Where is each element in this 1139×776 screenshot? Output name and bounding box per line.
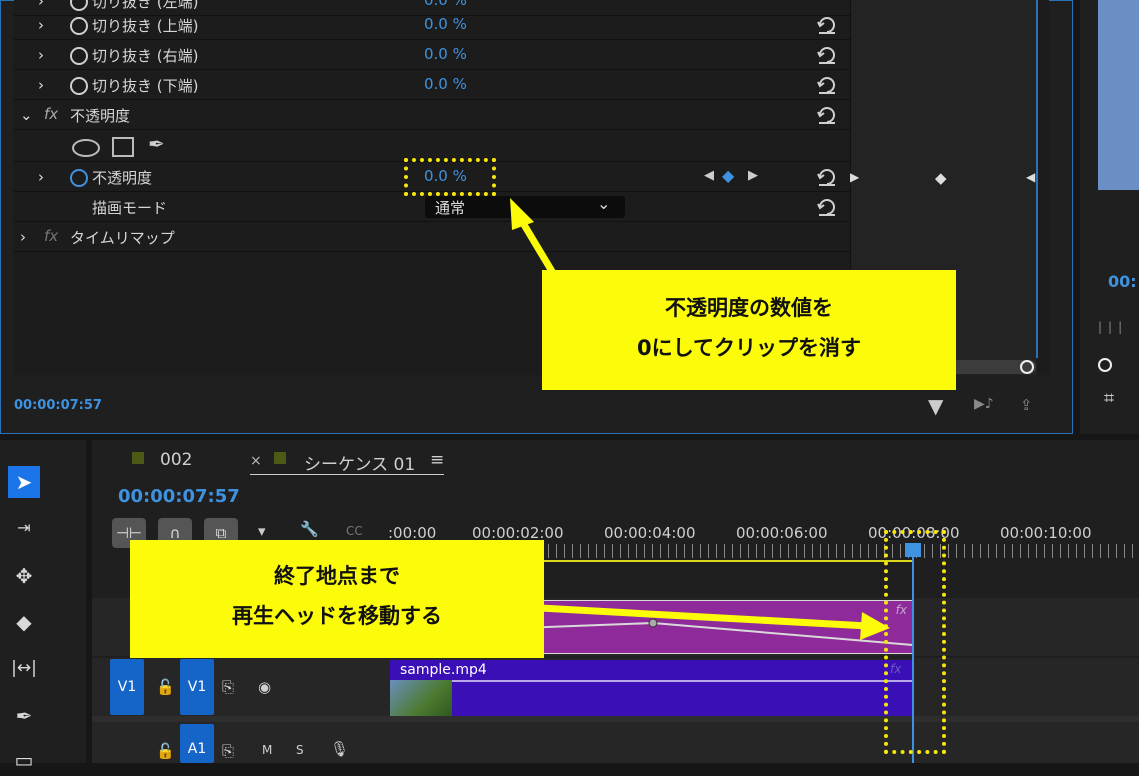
callout-text: 不透明度の数値を xyxy=(665,296,833,320)
callout-text: 0にしてクリップを消す xyxy=(637,336,861,360)
callout-playhead: 終了地点まで 再生ヘッドを移動する xyxy=(130,540,544,658)
callout-text: 再生ヘッドを移動する xyxy=(232,604,442,628)
callout-text: 終了地点まで xyxy=(274,564,400,588)
callout-opacity: 不透明度の数値を 0にしてクリップを消す xyxy=(542,270,956,390)
